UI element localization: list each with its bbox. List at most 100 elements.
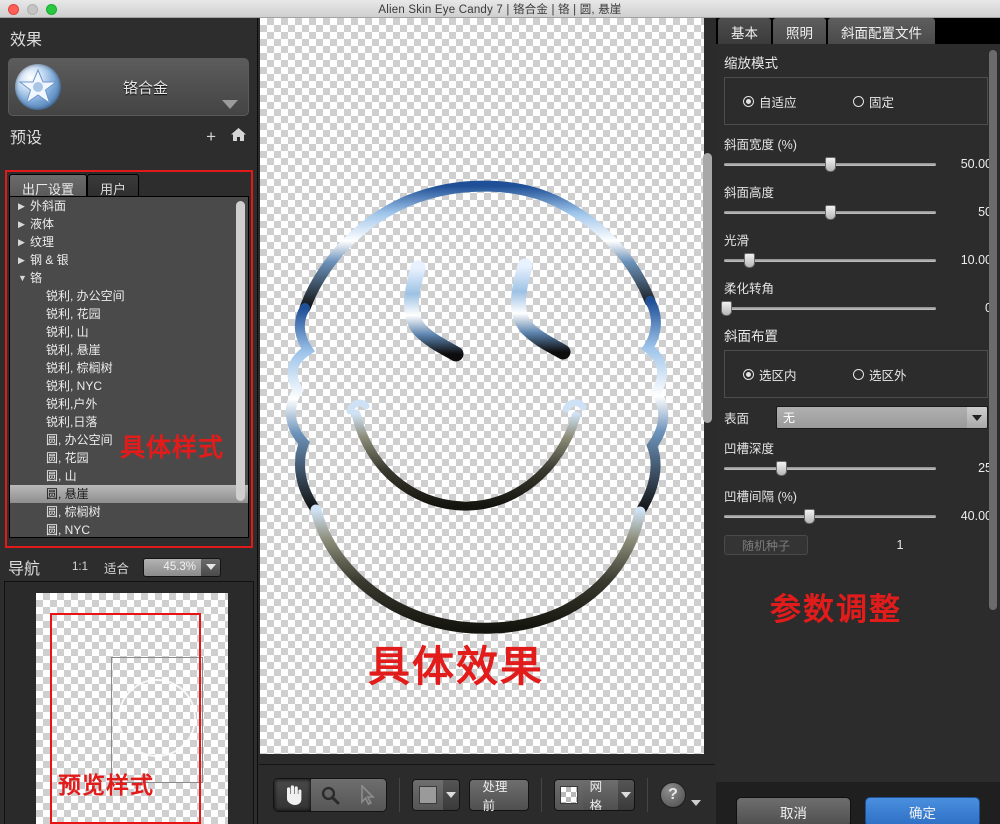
bevel-placement-title: 斜面布置 — [724, 329, 778, 344]
color-swatch-icon[interactable] — [413, 779, 444, 810]
help-icon[interactable]: ? — [660, 781, 686, 808]
slider-track[interactable] — [724, 460, 936, 476]
slider-knob[interactable] — [721, 300, 733, 316]
surface-select[interactable]: 无 — [776, 406, 988, 429]
preset-item-row[interactable]: 锐利, 办公空间 — [10, 287, 248, 305]
dialog-footer: 取消 确定 — [716, 782, 1000, 824]
zoom-tool-button[interactable] — [311, 778, 349, 811]
effect-selector-button[interactable]: 铬合金 — [8, 58, 249, 116]
radio-inside-selection[interactable]: 选区内 — [743, 365, 853, 384]
background-color-select[interactable] — [412, 778, 461, 811]
radio-scale-fixed[interactable]: 固定 — [853, 92, 894, 111]
maximize-window-button[interactable] — [46, 4, 57, 15]
preset-tree[interactable]: ▶ 外斜面 ▶ 液体 ▶ 纹理 ▶ 钢 & 银 ▼ 铬锐利, 办公空间 锐利, 花园 锐利, 山锐利,… — [9, 196, 249, 538]
before-preview-button[interactable]: 处理前 — [469, 778, 529, 813]
zoom-level-select[interactable]: 45.3% — [143, 557, 222, 577]
slider-track[interactable] — [724, 508, 936, 524]
preset-group-row[interactable]: ▶ 外斜面 — [10, 197, 248, 215]
annotation-navigator: 预览样式 — [58, 772, 154, 798]
preset-group-row[interactable]: ▼ 铬 — [10, 269, 248, 287]
home-icon[interactable] — [230, 127, 247, 145]
tab-lighting[interactable]: 照明 — [773, 18, 826, 44]
slider-row[interactable]: 0 — [716, 299, 1000, 317]
preset-item-row[interactable]: 锐利, NYC — [10, 377, 248, 395]
title-bar: Alien Skin Eye Candy 7 | 铬合金 | 铬 | 圆, 悬崖 — [0, 0, 1000, 18]
slider-row[interactable]: 25 — [716, 459, 1000, 477]
slider-row[interactable]: 40.00 — [716, 507, 1000, 525]
chevron-right-icon[interactable]: ▶ — [18, 233, 30, 251]
preset-label: 液体 — [30, 217, 55, 231]
ok-button[interactable]: 确定 — [865, 797, 980, 824]
preset-group-row[interactable]: ▶ 纹理 — [10, 233, 248, 251]
close-window-button[interactable] — [8, 4, 19, 15]
add-preset-icon[interactable]: + — [206, 128, 216, 145]
chevron-down-icon[interactable] — [618, 779, 635, 810]
slider-knob[interactable] — [744, 252, 756, 268]
radio-outside-selection[interactable]: 选区外 — [853, 365, 907, 384]
settings-scrollbar[interactable] — [989, 50, 997, 610]
preset-item-row[interactable]: 圆, 棕榈树 — [10, 503, 248, 521]
surface-value: 无 — [777, 407, 967, 428]
settings-tabs[interactable]: 基本 照明 斜面配置文件 — [716, 18, 937, 44]
preset-group-row[interactable]: ▶ 钢 & 银 — [10, 251, 248, 269]
pointer-tool-button[interactable] — [348, 778, 387, 811]
preset-item-row[interactable]: 锐利, 山 — [10, 323, 248, 341]
preset-item-row[interactable]: 锐利, 花园 — [10, 305, 248, 323]
slider-knob[interactable] — [803, 508, 815, 524]
image-canvas[interactable]: 具体效果 — [260, 18, 704, 754]
slider-row[interactable]: 10.00 — [716, 251, 1000, 269]
help-group[interactable]: ? — [660, 781, 701, 808]
radio-label: 选区内 — [759, 368, 797, 383]
cancel-button[interactable]: 取消 — [736, 797, 851, 824]
left-panel: 效果 铬合金 预设 + 出厂设置 用户 ▶ 外斜面 ▶ 液体 ▶ 纹理 ▶ 钢 & — [0, 18, 258, 824]
preset-item-row[interactable]: 圆, 悬崖 — [10, 485, 248, 503]
chevron-down-icon[interactable] — [967, 407, 987, 428]
bevel-placement-group[interactable]: 选区内 选区外 — [724, 350, 988, 398]
slider-row[interactable]: 50.00 — [716, 155, 1000, 173]
chevron-down-icon[interactable] — [201, 558, 221, 576]
random-seed-button[interactable]: 随机种子 — [724, 535, 808, 555]
preset-label: 圆, NYC — [46, 523, 91, 537]
chevron-down-icon[interactable] — [443, 779, 460, 810]
scale-mode-group[interactable]: 自适应 固定 — [724, 77, 988, 125]
grid-select[interactable]: 网格 — [553, 778, 636, 811]
radio-scale-adaptive[interactable]: 自适应 — [743, 92, 853, 111]
right-panel: 基本 照明 斜面配置文件 缩放模式 自适应 固定 斜面宽度 (%) 50.00 斜面… — [716, 18, 1000, 824]
slider-track[interactable] — [724, 252, 936, 268]
chevron-down-icon[interactable]: ▼ — [18, 269, 30, 287]
chevron-right-icon[interactable]: ▶ — [18, 215, 30, 233]
zoom-fit-button[interactable]: 适合 — [104, 558, 129, 577]
preset-item-row[interactable]: 圆, NYC — [10, 521, 248, 537]
preset-item-row[interactable]: 锐利, 棕榈树 — [10, 359, 248, 377]
chevron-down-icon[interactable] — [691, 799, 701, 806]
slider-value: 25 — [978, 461, 992, 475]
window-controls[interactable] — [8, 4, 57, 15]
random-seed-value: 1 — [896, 538, 904, 552]
preset-group-row[interactable]: ▶ 液体 — [10, 215, 248, 233]
hand-tool-button[interactable] — [274, 778, 312, 811]
preset-label: 锐利,户外 — [46, 397, 98, 411]
slider-track[interactable] — [724, 156, 936, 172]
zoom-one-to-one-button[interactable]: 1:1 — [72, 561, 88, 573]
slider-row[interactable]: 50 — [716, 203, 1000, 221]
chevron-right-icon[interactable]: ▶ — [18, 251, 30, 269]
preset-item-row[interactable]: 圆, 山 — [10, 467, 248, 485]
slider-track[interactable] — [721, 300, 936, 316]
preset-item-row[interactable]: 锐利,户外 — [10, 395, 248, 413]
slider-track[interactable] — [724, 204, 936, 220]
tool-group[interactable] — [273, 777, 388, 812]
checker-swatch-icon[interactable] — [554, 779, 583, 810]
preset-item-row[interactable]: 锐利, 悬崖 — [10, 341, 248, 359]
chevron-right-icon[interactable]: ▶ — [18, 197, 30, 215]
preset-tree-scrollbar[interactable] — [236, 201, 245, 501]
chrome-star-icon — [15, 64, 61, 110]
canvas-vertical-scrollbar[interactable] — [703, 153, 712, 423]
slider-knob[interactable] — [776, 460, 788, 476]
tab-bevel-profile[interactable]: 斜面配置文件 — [828, 18, 935, 44]
slider-knob[interactable] — [825, 156, 836, 172]
preset-label: 外斜面 — [30, 199, 67, 213]
slider-knob[interactable] — [825, 204, 836, 220]
minimize-window-button[interactable] — [27, 4, 38, 15]
tab-basic[interactable]: 基本 — [718, 18, 771, 44]
grid-label[interactable]: 网格 — [582, 779, 619, 810]
